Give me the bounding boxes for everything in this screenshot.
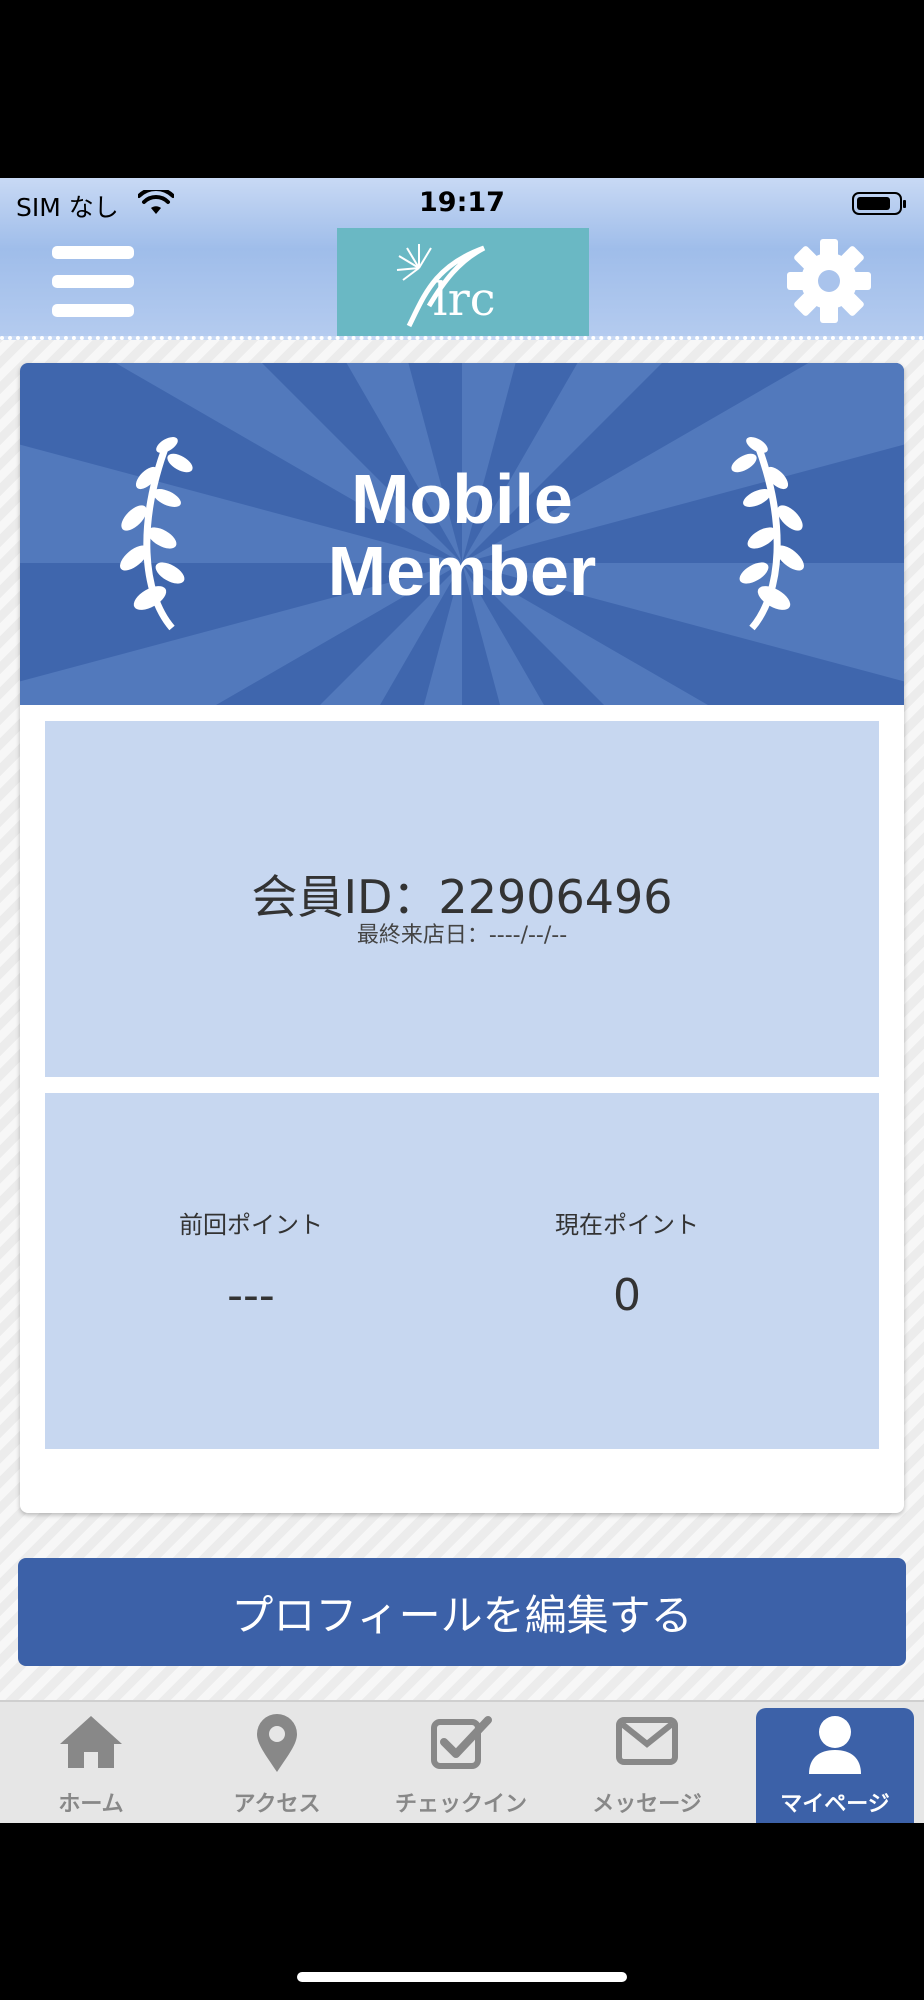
- last-visit-date: 最終来店日：----/--/--: [356, 923, 568, 948]
- bottom-tab-bar: ホーム アクセス チェックイン メッセージ マイページ: [0, 1700, 924, 1823]
- tab-message-label: メッセージ: [592, 1792, 702, 1817]
- checkbox-icon: [431, 1716, 492, 1769]
- status-bar: SIM なし 19:17: [0, 178, 924, 230]
- previous-points: 前回ポイント ---: [101, 1205, 401, 1321]
- menu-button[interactable]: [52, 246, 134, 318]
- banner-title-line2: Member: [327, 532, 597, 610]
- home-indicator: [297, 1972, 627, 1982]
- tab-home-label: ホーム: [58, 1792, 124, 1817]
- previous-points-value: ---: [227, 1270, 275, 1321]
- home-icon: [60, 1716, 122, 1768]
- member-info-panel: 会員ID：22906496 最終来店日：----/--/--: [45, 721, 879, 1077]
- current-points: 現在ポイント 0: [477, 1205, 777, 1321]
- map-pin-icon: [257, 1714, 297, 1772]
- app-logo: lrc: [337, 228, 589, 336]
- status-time: 19:17: [419, 187, 505, 218]
- app-header: SIM なし 19:17 lrc: [0, 178, 924, 340]
- tab-checkin-label: チェックイン: [394, 1792, 527, 1817]
- member-banner: Mobile Member: [20, 363, 904, 705]
- app-screen: SIM なし 19:17 lrc Mobile Member 会員ID：2290…: [0, 178, 924, 1823]
- envelope-icon: [616, 1717, 678, 1765]
- previous-points-label: 前回ポイント: [179, 1211, 323, 1239]
- tab-mypage-label: マイページ: [780, 1792, 890, 1817]
- logo-text: lrc: [433, 272, 496, 326]
- tab-home[interactable]: ホーム: [2, 1702, 180, 1823]
- current-points-value: 0: [613, 1270, 641, 1321]
- tab-mypage[interactable]: マイページ: [756, 1708, 914, 1823]
- tab-access[interactable]: アクセス: [188, 1702, 366, 1823]
- tab-access-label: アクセス: [233, 1792, 321, 1817]
- points-panel: 前回ポイント --- 現在ポイント 0: [45, 1093, 879, 1449]
- edit-profile-button[interactable]: プロフィールを編集する: [18, 1558, 906, 1666]
- current-points-label: 現在ポイント: [555, 1211, 699, 1239]
- battery-icon: [852, 192, 906, 215]
- tab-message[interactable]: メッセージ: [558, 1702, 736, 1823]
- banner-title-line1: Mobile: [351, 460, 573, 538]
- banner-title: Mobile Member: [20, 463, 904, 607]
- member-card: Mobile Member 会員ID：22906496 最終来店日：----/-…: [20, 363, 904, 1513]
- settings-gear-icon[interactable]: [786, 238, 872, 324]
- user-icon: [809, 1716, 861, 1774]
- tab-checkin[interactable]: チェックイン: [372, 1702, 550, 1823]
- hamburger-icon: [52, 246, 134, 259]
